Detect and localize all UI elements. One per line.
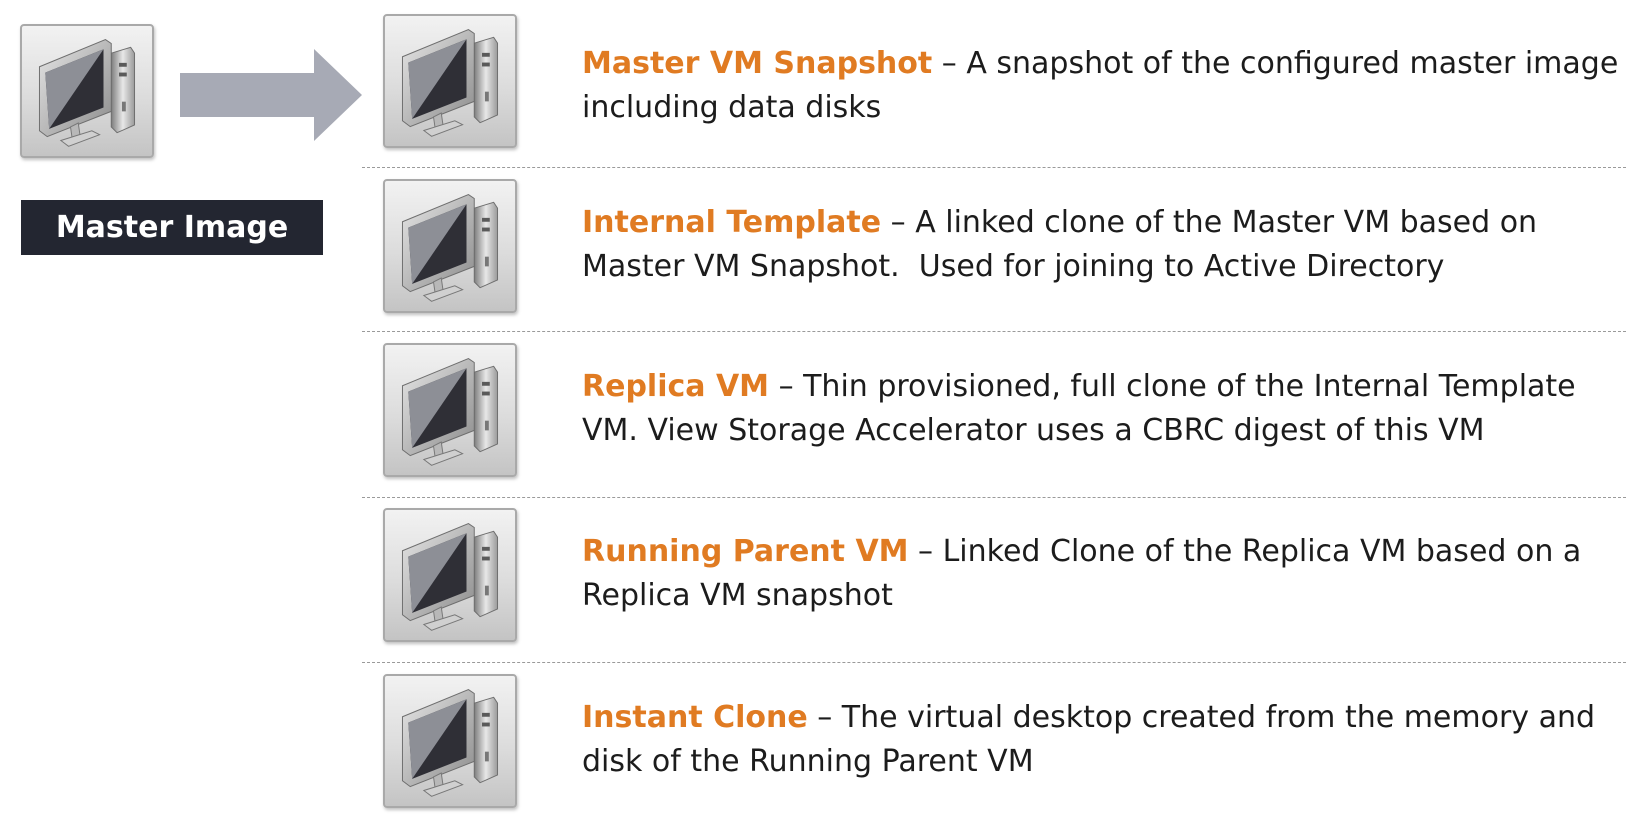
term-label: Replica VM bbox=[582, 369, 770, 404]
separator: – bbox=[908, 534, 943, 569]
computer-icon bbox=[385, 510, 515, 640]
description-text: disk of the Running Parent VM bbox=[582, 744, 1034, 779]
description-text: A snapshot of the configured master imag… bbox=[966, 46, 1619, 81]
vm-tile-running-parent bbox=[383, 508, 517, 642]
computer-icon bbox=[385, 16, 515, 146]
vm-tile-replica bbox=[383, 343, 517, 477]
divider bbox=[362, 662, 1626, 663]
arrow-right-icon bbox=[180, 49, 362, 141]
description-replica: Replica VM – Thin provisioned, full clon… bbox=[582, 365, 1632, 453]
description-text: Master VM Snapshot. Used for joining to … bbox=[582, 249, 1445, 284]
description-text: A linked clone of the Master VM based on bbox=[915, 205, 1538, 240]
description-text: Thin provisioned, full clone of the Inte… bbox=[803, 369, 1576, 404]
master-image-tile bbox=[20, 24, 154, 158]
term-label: Master VM Snapshot bbox=[582, 46, 933, 81]
separator: – bbox=[932, 46, 967, 81]
computer-icon bbox=[385, 345, 515, 475]
term-label: Instant Clone bbox=[582, 700, 808, 735]
description-master-snapshot: Master VM Snapshot – A snapshot of the c… bbox=[582, 42, 1632, 130]
computer-icon bbox=[385, 181, 515, 311]
divider bbox=[362, 331, 1626, 332]
computer-icon bbox=[22, 26, 152, 156]
vm-tile-internal-template bbox=[383, 179, 517, 313]
description-text: VM. View Storage Accelerator uses a CBRC… bbox=[582, 413, 1485, 448]
description-text: Linked Clone of the Replica VM based on … bbox=[942, 534, 1582, 569]
vm-tile-master-snapshot bbox=[383, 14, 517, 148]
separator: – bbox=[881, 205, 916, 240]
term-label: Internal Template bbox=[582, 205, 882, 240]
description-internal-template: Internal Template – A linked clone of th… bbox=[582, 201, 1632, 289]
divider bbox=[362, 497, 1626, 498]
master-image-label: Master Image bbox=[21, 200, 323, 255]
description-text: Replica VM snapshot bbox=[582, 578, 893, 613]
description-instant-clone: Instant Clone – The virtual desktop crea… bbox=[582, 696, 1632, 784]
vm-tile-instant-clone bbox=[383, 674, 517, 808]
description-running-parent: Running Parent VM – Linked Clone of the … bbox=[582, 530, 1632, 618]
description-text: including data disks bbox=[582, 90, 882, 125]
divider bbox=[362, 167, 1626, 168]
separator: – bbox=[807, 700, 842, 735]
description-text: The virtual desktop created from the mem… bbox=[841, 700, 1596, 735]
separator: – bbox=[769, 369, 804, 404]
computer-icon bbox=[385, 676, 515, 806]
term-label: Running Parent VM bbox=[582, 534, 909, 569]
